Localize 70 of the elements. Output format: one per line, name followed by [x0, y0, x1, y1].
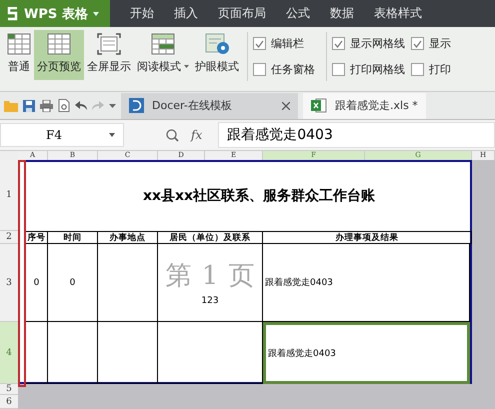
print-preview-icon[interactable] — [58, 99, 70, 112]
caret-icon — [92, 12, 99, 16]
row-header[interactable]: 4 — [0, 322, 18, 384]
formula-input-field[interactable]: 跟着感觉走0403 — [218, 122, 495, 148]
docer-logo-icon — [129, 98, 144, 113]
checkbox[interactable] — [253, 37, 266, 50]
grid-icon — [47, 33, 71, 55]
menu-tab[interactable]: 插入 — [174, 5, 198, 22]
menu-tab[interactable]: 公式 — [286, 5, 310, 22]
checkbox-option[interactable]: 打印网格线 — [332, 62, 405, 77]
grid-icon — [7, 33, 31, 55]
caret-icon[interactable] — [109, 104, 116, 108]
column-heading: 办理事项及结果 — [263, 231, 472, 244]
view-button[interactable]: 阅读模式 — [134, 30, 192, 80]
table-cell[interactable] — [98, 322, 158, 384]
menu-tab[interactable]: 页面布局 — [218, 5, 266, 22]
document-tab[interactable]: 跟着感觉走.xls * — [303, 92, 426, 118]
menu-tab[interactable]: 表格样式 — [374, 5, 422, 22]
table-cell[interactable] — [48, 322, 98, 384]
table-cell[interactable]: 0 — [48, 244, 98, 322]
function-label[interactable]: fx — [191, 128, 202, 142]
menu-tab[interactable]: 数据 — [330, 5, 354, 22]
close-icon[interactable] — [282, 102, 290, 110]
document-tab[interactable]: Docer-在线模板 — [121, 92, 298, 118]
fullscreen-icon — [97, 33, 121, 55]
eye-protection-icon — [205, 33, 229, 55]
app-menu-button[interactable]: WPS 表格 — [0, 0, 110, 27]
checkbox-option[interactable]: 显示网格线 — [332, 36, 405, 51]
row-header[interactable]: 3 — [0, 244, 18, 322]
menu-tab[interactable]: 开始 — [130, 5, 154, 22]
row-header[interactable]: 2 — [0, 231, 18, 244]
column-heading: 居民（单位）及联系 — [158, 231, 263, 244]
page-number-watermark: 第 1 页 — [165, 260, 255, 292]
view-button[interactable]: 护眼模式 — [192, 30, 242, 80]
checkbox[interactable] — [332, 63, 345, 76]
cell-text: 123 — [201, 296, 219, 306]
checkbox-option[interactable]: 编辑栏 — [253, 36, 315, 51]
checkbox[interactable] — [411, 37, 424, 50]
table-cell[interactable] — [98, 244, 158, 322]
save-icon[interactable] — [23, 100, 35, 112]
print-icon[interactable] — [40, 100, 53, 112]
column-heading: 序号 — [26, 231, 48, 244]
table-cell[interactable]: 0 — [26, 244, 48, 322]
view-button[interactable]: 普通 — [4, 30, 34, 80]
undo-icon[interactable] — [75, 100, 87, 110]
row-header[interactable]: 5 — [0, 384, 18, 395]
caret-icon — [109, 133, 115, 137]
cell-reference-box[interactable]: F4 — [0, 123, 124, 147]
logo-icon — [7, 6, 19, 20]
checkbox[interactable] — [411, 63, 424, 76]
row-header[interactable]: 6 — [0, 395, 18, 409]
view-button[interactable]: 全屏显示 — [84, 30, 134, 80]
sheet-title: xx县xx社区联系、服务群众工作台账 — [142, 186, 376, 206]
spreadsheet-file-icon — [311, 98, 327, 113]
table-cell[interactable] — [26, 322, 48, 384]
row-header[interactable]: 1 — [0, 160, 18, 231]
view-button[interactable]: 分页预览 — [34, 30, 84, 80]
search-icon[interactable] — [166, 128, 179, 142]
checkbox-option[interactable]: 打印 — [411, 62, 451, 77]
table-cell[interactable] — [158, 322, 263, 384]
table-cell[interactable]: 第 1 页 123 — [158, 244, 263, 322]
column-heading: 时间 — [48, 231, 98, 244]
table-cell[interactable]: 跟着感觉走0403 — [263, 244, 470, 322]
table-cell[interactable]: 跟着感觉走0403 — [263, 322, 470, 384]
checkbox[interactable] — [253, 63, 266, 76]
checkbox[interactable] — [332, 37, 345, 50]
checkbox-option[interactable]: 显示 — [411, 36, 451, 51]
checkbox-option[interactable]: 任务窗格 — [253, 62, 315, 77]
column-heading: 办事地点 — [98, 231, 158, 244]
grid-icon — [151, 33, 175, 55]
